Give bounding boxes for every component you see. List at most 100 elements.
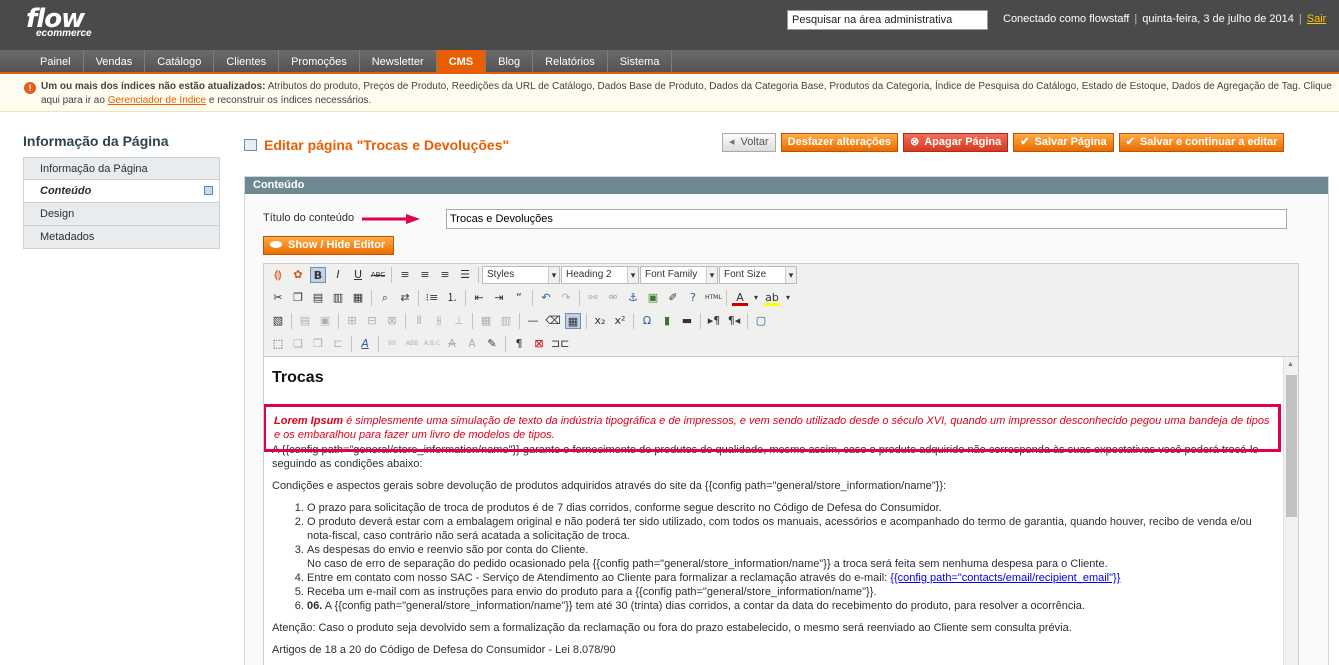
cell-props-icon[interactable]: ▣ [317,313,333,329]
html-icon[interactable]: HTML [705,290,722,306]
scroll-up-icon[interactable]: ▲ [1287,361,1294,368]
index-manager-link[interactable]: Gerenciador de Índice [108,95,206,106]
acronym-icon[interactable]: A.B.C [424,336,440,352]
show-hide-editor-button[interactable]: Show / Hide Editor [263,236,395,255]
fullscreen-icon[interactable]: ▢ [753,313,769,329]
replace-icon[interactable]: ⇄ [397,290,413,306]
insert-row-after-icon[interactable]: ⊟ [364,313,380,329]
editor-content-area[interactable]: ▲ Trocas Lorem Ipsum é simplesmente uma … [263,356,1299,665]
cite-icon[interactable]: 99 [384,336,400,352]
show-blocks-icon[interactable]: ¶ [511,336,527,352]
unlink-icon[interactable]: ⚮ [605,290,621,306]
media-icon[interactable]: ▮ [659,313,675,329]
logo[interactable]: flow ecommerce [26,6,92,39]
nav-item-cms[interactable]: CMS [436,50,487,74]
admin-search-input[interactable] [787,10,988,30]
dropdown-arrow-icon[interactable]: ▾ [752,290,760,306]
content-title-input[interactable] [446,209,1287,229]
superscript-icon[interactable]: x² [612,313,628,329]
tab-page-info[interactable]: Informação da Página [23,157,220,180]
paste-icon[interactable]: ▤ [310,290,326,306]
attribs-icon[interactable]: ✎ [484,336,500,352]
dropdown-arrow-icon[interactable]: ▾ [784,290,792,306]
hr-insert-icon[interactable]: ▬ [679,313,695,329]
bold-icon[interactable]: B [310,267,326,283]
horizontal-rule-icon[interactable]: — [525,313,541,329]
tab-metadata[interactable]: Metadados [23,226,220,249]
insert-widget-icon[interactable]: ⟬⟭ [270,267,286,283]
heading-select[interactable]: Heading 2 [561,266,639,284]
move-backward-icon[interactable]: ❐ [310,336,326,352]
highlight-color-icon[interactable]: ab [764,290,780,306]
email-link[interactable]: {{config path="contacts/email/recipient_… [890,572,1120,584]
insert-layer-icon[interactable]: ⬚ [270,336,286,352]
nav-item-newsletter[interactable]: Newsletter [360,50,437,74]
align-justify-icon[interactable]: ☰ [457,267,473,283]
insert-col-after-icon[interactable]: ⫵ [431,313,447,329]
help-icon[interactable]: ? [685,290,701,306]
align-left-icon[interactable]: ≡ [397,267,413,283]
tab-content[interactable]: Conteúdo [23,180,220,203]
remove-format-icon[interactable]: ⌫ [545,313,561,329]
abbr-icon[interactable]: ABB [404,336,420,352]
nav-item-catalogo[interactable]: Catálogo [145,50,215,74]
editor-scrollbar[interactable]: ▲ [1283,357,1298,665]
font-family-select[interactable]: Font Family [640,266,718,284]
row-props-icon[interactable]: ▤ [297,313,313,329]
nav-item-painel[interactable]: Painel [28,50,84,74]
split-cells-icon[interactable]: ▦ [478,313,494,329]
styleprops-icon[interactable]: A [357,336,373,352]
nav-item-clientes[interactable]: Clientes [214,50,280,74]
reset-button[interactable]: Desfazer alterações [780,133,899,152]
nav-item-promocoes[interactable]: Promoções [279,50,360,74]
tab-design[interactable]: Design [23,203,220,226]
paste-word-icon[interactable]: ▦ [350,290,366,306]
nav-item-relatorios[interactable]: Relatórios [533,50,608,74]
link-icon[interactable]: ⚯ [585,290,601,306]
save-button[interactable]: ✔ Salvar Página [1013,133,1114,152]
styles-select[interactable]: Styles [482,266,560,284]
ins-icon[interactable]: A [464,336,480,352]
absolute-icon[interactable]: ⊏ [330,336,346,352]
font-color-icon[interactable]: A [732,290,748,306]
numbered-list-icon[interactable]: ⒈ [444,290,460,306]
insert-row-before-icon[interactable]: ⊞ [344,313,360,329]
delete-row-icon[interactable]: ⊠ [384,313,400,329]
visual-aid-icon[interactable]: ▦ [565,313,581,329]
cut-icon[interactable]: ✂ [270,290,286,306]
image-icon[interactable]: ▣ [645,290,661,306]
del-icon[interactable]: A [444,336,460,352]
outdent-icon[interactable]: ⇤ [471,290,487,306]
undo-icon[interactable]: ↶ [538,290,554,306]
insert-col-before-icon[interactable]: ⫴ [411,313,427,329]
move-forward-icon[interactable]: ❏ [290,336,306,352]
back-button[interactable]: ◂ Voltar [722,133,776,152]
rtl-icon[interactable]: ¶◂ [726,313,742,329]
show-invisible-icon[interactable]: ⊠ [531,336,547,352]
ltr-icon[interactable]: ▸¶ [706,313,722,329]
pagebreak-icon[interactable]: ⊐⊏ [551,336,569,352]
nav-item-blog[interactable]: Blog [486,50,534,74]
bullet-list-icon[interactable]: ⁝≡ [424,290,440,306]
font-size-select[interactable]: Font Size [719,266,797,284]
nav-item-sistema[interactable]: Sistema [608,50,673,74]
cleanup-icon[interactable]: ✐ [665,290,681,306]
special-char-icon[interactable]: Ω [639,313,655,329]
delete-col-icon[interactable]: ⊥ [451,313,467,329]
scrollbar-thumb[interactable] [1286,375,1297,517]
merge-cells-icon[interactable]: ▥ [498,313,514,329]
indent-icon[interactable]: ⇥ [491,290,507,306]
subscript-icon[interactable]: x₂ [592,313,608,329]
save-continue-button[interactable]: ✔ Salvar e continuar a editar [1118,133,1285,152]
copy-icon[interactable]: ❐ [290,290,306,306]
redo-icon[interactable]: ↷ [558,290,574,306]
anchor-icon[interactable]: ⚓ [625,290,641,306]
blockquote-icon[interactable]: “ [511,290,527,306]
italic-icon[interactable]: I [330,267,346,283]
find-icon[interactable]: ⌕ [377,290,393,306]
align-center-icon[interactable]: ≡ [417,267,433,283]
logout-link[interactable]: Sair [1307,13,1327,25]
insert-image-icon[interactable]: ✿ [290,267,306,283]
underline-icon[interactable]: U [350,267,366,283]
strikethrough-icon[interactable]: ABC [370,267,386,283]
